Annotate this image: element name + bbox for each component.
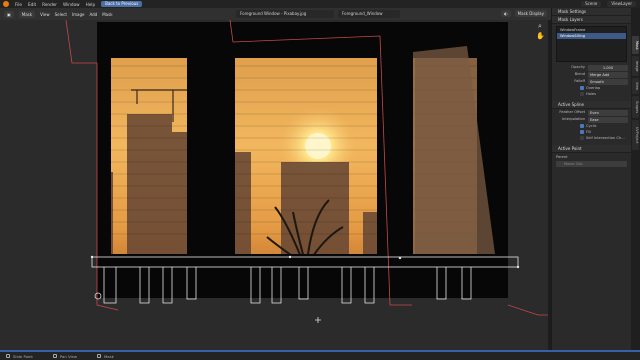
status-item: Mask (96, 354, 114, 359)
parent-label: Parent (556, 155, 568, 159)
menu-image[interactable]: Image (72, 12, 85, 17)
feather-offset-select[interactable]: Even (588, 109, 628, 116)
parent-field[interactable]: Movie Clip (556, 161, 627, 167)
holes-label: Holes (586, 92, 596, 96)
mask-name-field[interactable]: Foreground_Window (338, 10, 400, 18)
mask-layers-list[interactable]: WindowFrame WindowSilling (556, 26, 627, 62)
checkbox-off-icon (580, 136, 584, 140)
active-point-header[interactable]: Active Point (552, 145, 631, 153)
editor-type-button[interactable]: ▣ (4, 10, 14, 18)
tab-uvproject[interactable]: UVProject (632, 120, 639, 150)
sidebar-panel: Mask Settings Mask Layers WindowFrame Wi… (551, 8, 631, 350)
sidebar-tabs: Mask Image View Scopes UVProject (631, 8, 640, 350)
interpolation-row: Interpolation Ease (552, 116, 631, 123)
checkbox-on-icon (580, 124, 584, 128)
tab-mask[interactable]: Mask (632, 36, 639, 54)
mask-layers-header[interactable]: Mask Layers (552, 16, 631, 24)
menu-view[interactable]: View (40, 12, 50, 17)
opacity-row: Opacity 1.000 (552, 64, 631, 71)
tab-view[interactable]: View (632, 78, 639, 94)
pan-hand-icon[interactable]: ✋ (536, 32, 545, 40)
image-editor-header: ▣ Mask View Select Image Add Mask Foregr… (0, 8, 551, 20)
checkbox-off-icon (580, 92, 584, 96)
back-to-previous-button[interactable]: Back to Previous (101, 1, 143, 7)
menu-edit[interactable]: Edit (28, 2, 36, 7)
image-viewport[interactable]: ⌕ ✋ (0, 20, 548, 350)
mask-display-button[interactable]: Mask Display (514, 10, 547, 17)
tab-image[interactable]: Image (632, 56, 639, 76)
opacity-label: Opacity (571, 65, 585, 69)
self-intersection-label: Self Intersection Ch... (586, 136, 625, 140)
blend-select[interactable]: Merge Add (588, 71, 628, 78)
zoom-icon[interactable]: ⌕ (536, 22, 544, 30)
scene-selector[interactable]: Scene (581, 1, 602, 7)
menu-render[interactable]: Render (42, 2, 57, 7)
menu-mask[interactable]: Mask (102, 12, 112, 17)
overlay-toggle-button[interactable]: ◐ (501, 10, 511, 17)
checkbox-on-icon (580, 86, 584, 90)
mask-overlay[interactable] (0, 20, 548, 350)
feather-offset-label: Feather Offset (559, 110, 585, 114)
tab-scopes[interactable]: Scopes (632, 96, 639, 118)
holes-checkbox[interactable]: Holes (552, 91, 631, 97)
status-bar: Slide Point Pan View Mask (0, 350, 640, 360)
image-name-field[interactable]: Foreground Window - Pixabay.jpg (236, 10, 334, 18)
mask-settings-header[interactable]: Mask Settings (552, 8, 631, 16)
blend-label: Blend (574, 72, 585, 76)
view-layer-selector[interactable]: ViewLayer (607, 1, 636, 7)
menu-add[interactable]: Add (89, 12, 97, 17)
menu-window[interactable]: Window (63, 2, 80, 7)
interpolation-label: Interpolation (562, 117, 585, 121)
mouse-middle-icon (52, 354, 57, 358)
status-item: Pan View (52, 354, 77, 359)
top-menu-bar: File Edit Render Window Help Back to Pre… (0, 0, 640, 8)
menu-select[interactable]: Select (55, 12, 67, 17)
mouse-right-icon (96, 354, 101, 358)
blend-row: Blend Merge Add (552, 71, 631, 78)
self-intersection-checkbox[interactable]: Self Intersection Ch... (552, 135, 631, 141)
mode-selector[interactable]: Mask (18, 10, 36, 18)
interpolation-select[interactable]: Ease (588, 116, 628, 123)
cyclic-label: Cyclic (586, 124, 597, 128)
mouse-left-icon (6, 354, 10, 358)
menu-file[interactable]: File (15, 2, 22, 7)
falloff-label: Falloff (574, 79, 585, 83)
overlap-label: Overlap (586, 86, 601, 90)
list-item[interactable]: WindowSilling (557, 33, 626, 39)
fill-label: Fill (586, 130, 591, 134)
feather-offset-row: Feather Offset Even (552, 109, 631, 116)
opacity-field[interactable]: 1.000 (588, 64, 628, 71)
falloff-row: Falloff Smooth (552, 78, 631, 85)
active-spline-header[interactable]: Active Spline (552, 101, 631, 109)
blender-logo-icon[interactable] (3, 1, 9, 7)
checkbox-on-icon (580, 130, 584, 134)
falloff-select[interactable]: Smooth (588, 78, 628, 85)
menu-help[interactable]: Help (86, 2, 96, 7)
status-item: Slide Point (6, 354, 33, 359)
